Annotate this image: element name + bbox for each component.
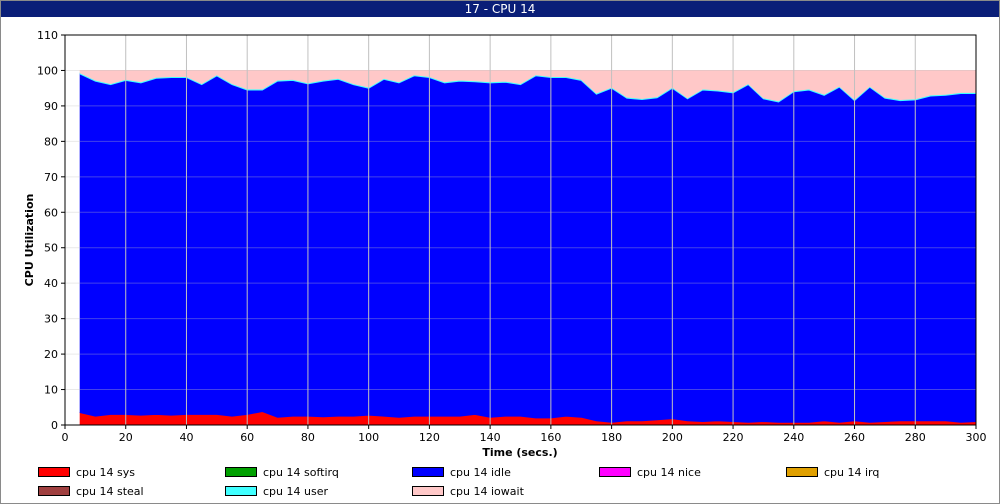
x-tick-label: 260 <box>844 431 865 444</box>
legend-item: cpu 14 iowait <box>412 483 524 499</box>
y-tick-label: 80 <box>44 135 58 148</box>
legend-label: cpu 14 softirq <box>263 465 339 479</box>
y-tick-label: 100 <box>37 64 58 77</box>
x-tick-label: 160 <box>540 431 561 444</box>
legend: cpu 14 sys cpu 14 softirq cpu 14 idle cpu 1… <box>0 460 1000 504</box>
y-tick-label: 0 <box>51 419 58 432</box>
x-tick-label: 120 <box>419 431 440 444</box>
legend-item: cpu 14 irq <box>786 464 879 480</box>
legend-label: cpu 14 steal <box>76 484 144 498</box>
y-axis-label: CPU Utilization <box>23 194 36 287</box>
y-tick-label: 110 <box>37 29 58 42</box>
legend-item: cpu 14 sys <box>38 464 135 480</box>
y-tick-label: 30 <box>44 313 58 326</box>
x-tick-label: 80 <box>301 431 315 444</box>
legend-label: cpu 14 nice <box>637 465 701 479</box>
legend-item: cpu 14 idle <box>412 464 511 480</box>
y-tick-label: 90 <box>44 100 58 113</box>
x-tick-label: 40 <box>179 431 193 444</box>
legend-swatch <box>38 467 70 477</box>
x-tick-label: 280 <box>905 431 926 444</box>
y-tick-label: 70 <box>44 171 58 184</box>
legend-label: cpu 14 sys <box>76 465 135 479</box>
legend-label: cpu 14 iowait <box>450 484 524 498</box>
x-tick-label: 200 <box>662 431 683 444</box>
x-tick-label: 60 <box>240 431 254 444</box>
y-tick-label: 20 <box>44 348 58 361</box>
x-tick-label: 180 <box>601 431 622 444</box>
x-tick-label: 0 <box>62 431 69 444</box>
y-axis-ticks: 0 10 20 30 40 50 60 70 80 90 100 110 <box>37 29 65 432</box>
legend-label: cpu 14 idle <box>450 465 511 479</box>
legend-swatch <box>38 486 70 496</box>
legend-item: cpu 14 nice <box>599 464 701 480</box>
y-tick-label: 50 <box>44 242 58 255</box>
y-tick-label: 40 <box>44 277 58 290</box>
legend-swatch <box>786 467 818 477</box>
x-tick-label: 300 <box>966 431 987 444</box>
legend-item: cpu 14 steal <box>38 483 144 499</box>
x-axis-label: Time (secs.) <box>482 446 557 459</box>
cpu-utilization-chart: 0 10 20 30 40 50 60 70 80 90 100 110 0 20 40 60 80 100 12… <box>23 29 987 459</box>
legend-swatch <box>225 486 257 496</box>
y-tick-label: 60 <box>44 206 58 219</box>
x-tick-label: 100 <box>358 431 379 444</box>
y-tick-label: 10 <box>44 384 58 397</box>
legend-item: cpu 14 user <box>225 483 328 499</box>
legend-item: cpu 14 softirq <box>225 464 339 480</box>
x-tick-label: 240 <box>783 431 804 444</box>
legend-swatch <box>412 467 444 477</box>
x-tick-label: 140 <box>480 431 501 444</box>
legend-swatch <box>225 467 257 477</box>
x-axis-ticks: 0 20 40 60 80 100 120 140 160 180 200 220 240 260 280 3… <box>62 425 987 444</box>
x-tick-label: 20 <box>119 431 133 444</box>
legend-swatch <box>599 467 631 477</box>
legend-label: cpu 14 irq <box>824 465 880 479</box>
legend-label: cpu 14 user <box>263 484 328 498</box>
x-tick-label: 220 <box>723 431 744 444</box>
legend-swatch <box>412 486 444 496</box>
